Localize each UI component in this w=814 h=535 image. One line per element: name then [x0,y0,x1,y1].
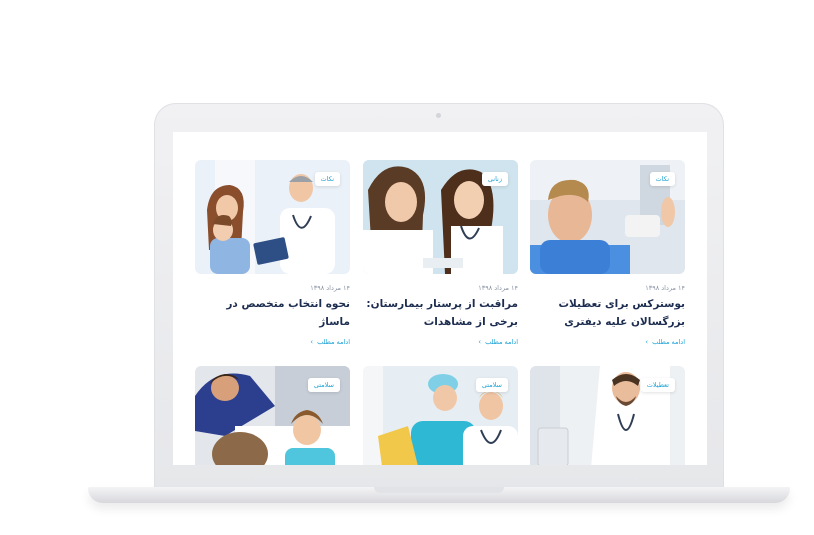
article-image[interactable]: سلامتی [363,366,518,465]
article-card[interactable]: سلامتی [363,366,518,465]
category-badge[interactable]: سلامتی [307,378,340,392]
article-card[interactable]: تعطیلات [530,366,685,465]
article-card[interactable]: نکات ۱۴ مرداد ۱۳۹۸ بوسترکس برای تعطیلات … [530,160,685,346]
laptop-notch [374,487,504,493]
arrow-left-icon: › [645,337,649,346]
camera-icon [436,113,441,118]
category-badge[interactable]: سلامتی [475,378,508,392]
article-date: ۱۴ مرداد ۱۳۹۸ [310,284,350,292]
article-card[interactable]: نکات ۱۴ مرداد ۱۳۹۸ نحوه انتخاب متخصص در … [195,160,350,346]
laptop-base [88,487,790,503]
article-image[interactable]: سلامتی [195,366,350,465]
arrow-left-icon: › [310,337,314,346]
laptop-frame: نکات ۱۴ مرداد ۱۳۹۸ بوسترکس برای تعطیلات … [154,103,724,493]
category-badge[interactable]: نکات [314,172,340,186]
article-card[interactable]: سلامتی [195,366,350,465]
article-card[interactable]: زنانی ۱۴ مرداد ۱۳۹۸ مراقبت از پرستار بیم… [363,160,518,346]
article-image[interactable]: نکات [530,160,685,274]
article-date: ۱۴ مرداد ۱۳۹۸ [645,284,685,292]
article-image[interactable]: زنانی [363,160,518,274]
article-image[interactable]: تعطیلات [530,366,685,465]
category-badge[interactable]: تعطیلات [640,378,675,392]
category-badge[interactable]: زنانی [481,172,508,186]
article-title[interactable]: بوسترکس برای تعطیلات بزرگسالان علیه دیفت… [530,296,685,332]
read-more-link[interactable]: ادامه مطلب › [195,338,350,346]
read-more-link[interactable]: ادامه مطلب › [530,338,685,346]
article-title[interactable]: مراقبت از پرستار بیمارستان: برخی از مشاه… [363,296,518,332]
arrow-left-icon: › [478,337,482,346]
article-title[interactable]: نحوه انتخاب متخصص در ماساژ [195,296,350,332]
category-badge[interactable]: نکات [649,172,675,186]
article-date: ۱۴ مرداد ۱۳۹۸ [478,284,518,292]
screen: نکات ۱۴ مرداد ۱۳۹۸ بوسترکس برای تعطیلات … [173,132,707,465]
article-image[interactable]: نکات [195,160,350,274]
read-more-link[interactable]: ادامه مطلب › [363,338,518,346]
